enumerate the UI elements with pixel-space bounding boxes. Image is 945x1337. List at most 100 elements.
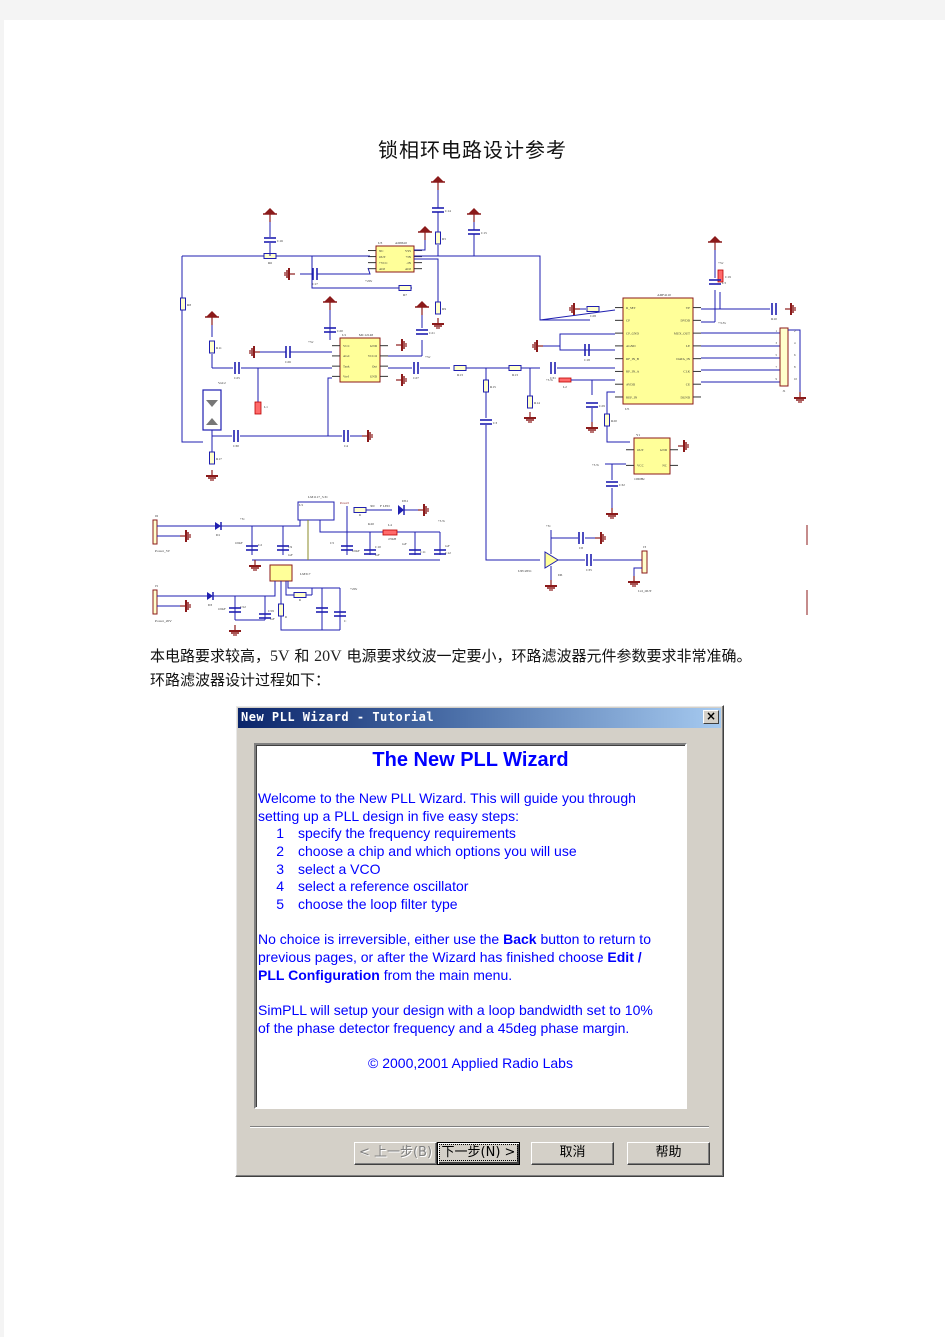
- schematic-label: C14: [445, 209, 451, 213]
- schematic-label: Power_5V: [155, 549, 170, 553]
- button-separator: [250, 1126, 709, 1128]
- step-text: choose the loop filter type: [298, 896, 458, 912]
- ground-icon: [419, 226, 431, 232]
- schematic-label: C5: [330, 541, 334, 545]
- schematic-label: C10: [375, 545, 381, 549]
- inductor-icon: [558, 377, 572, 383]
- schematic-label: 1uF: [402, 542, 407, 546]
- para-text: 本电路要求较高，: [150, 647, 271, 665]
- step-text: select a VCO: [298, 861, 381, 877]
- note-line-3: PLL Configuration from the main menu.: [258, 967, 512, 983]
- schematic-label: R13: [457, 373, 463, 377]
- schematic-label: R13: [512, 373, 518, 377]
- varactor-diode-icon: [206, 418, 218, 425]
- schematic-label: R7: [403, 293, 407, 297]
- schematic-label: C2: [258, 543, 262, 547]
- resistor-icon: [209, 451, 215, 465]
- schematic-label: 100uF: [352, 549, 360, 553]
- pll-wizard-dialog: New PLL Wizard - Tutorial × The New PLL …: [235, 705, 724, 1177]
- schematic-label: 9: [776, 377, 778, 381]
- schematic-label: CP: [626, 319, 630, 323]
- schematic-label: +VCC: [379, 261, 388, 265]
- schematic-label: R_SET: [626, 306, 636, 310]
- step-text: select a reference oscillator: [298, 878, 469, 894]
- schematic-label: LM317: [300, 572, 311, 576]
- schematic-label: R: [359, 513, 361, 517]
- schematic-label: +5v: [240, 517, 245, 521]
- voltage-5v: 5V: [270, 648, 290, 665]
- schematic-label: VCCO: [368, 354, 378, 358]
- power-connector-icon: [152, 589, 158, 615]
- note-text: from the main menu.: [379, 967, 513, 983]
- close-button[interactable]: ×: [703, 710, 719, 724]
- schematic-label: C59: [268, 609, 274, 613]
- paragraph-requirements: 本电路要求较高，5V 和 20V 电源要求纹波一定要小，环路滤波器元件参数要求非…: [150, 644, 751, 669]
- schematic-label: 1: [776, 329, 778, 333]
- schematic-label: GND: [370, 375, 378, 379]
- schematic-label: R: [299, 598, 301, 602]
- schematic-label: L1: [264, 405, 268, 409]
- schematic-label: R10: [771, 317, 777, 321]
- schematic-label: +5v: [546, 524, 551, 528]
- schematic-label: REF_IN: [626, 395, 638, 399]
- led-icon: [398, 505, 404, 515]
- wire: [287, 581, 340, 589]
- schematic-label: R9: [442, 307, 446, 311]
- dialog-titlebar[interactable]: New PLL Wizard - Tutorial ×: [238, 708, 721, 728]
- wire: [788, 329, 801, 392]
- voltage-20v: 20V: [314, 648, 342, 665]
- schematic-label: VCC: [637, 464, 645, 468]
- schematic-label: C15: [481, 231, 487, 235]
- schematic-label: DGND: [680, 395, 690, 399]
- next-button-label: 下一步(N) >: [438, 1144, 519, 1161]
- step-number: 2: [276, 843, 284, 859]
- step-text: choose a chip and which options you will…: [298, 843, 577, 859]
- wire: [414, 258, 439, 308]
- diode-icon: [215, 522, 221, 530]
- schematic-label: Power_20V: [155, 619, 172, 623]
- schematic-label: 5: [776, 353, 778, 357]
- cancel-button[interactable]: 取消: [531, 1142, 614, 1165]
- schematic-label: J1: [782, 389, 785, 393]
- schematic-label: F LED: [380, 504, 390, 508]
- wire: [213, 581, 276, 597]
- schematic-label: L2: [563, 385, 567, 389]
- amplifier-icon: [544, 551, 559, 569]
- ground-icon: [468, 208, 480, 214]
- schematic-label: +5v: [718, 261, 724, 265]
- schematic-label: DS1: [402, 499, 408, 503]
- help-button[interactable]: 帮助: [627, 1142, 710, 1165]
- schematic-label: U1: [342, 333, 347, 337]
- step-number: 5: [276, 896, 284, 912]
- schematic-label: C16: [277, 239, 283, 243]
- wire: [606, 391, 615, 415]
- schematic-label: AVDD: [626, 383, 636, 387]
- lo-out-connector-icon: [641, 550, 648, 574]
- schematic-label: VSS: [405, 249, 411, 253]
- wire: [414, 240, 426, 251]
- step-item: 4 select a reference oscillator: [256, 878, 468, 894]
- schematic-label: 1uF: [375, 553, 380, 557]
- back-button[interactable]: < 上一步(B): [354, 1142, 437, 1165]
- resistor-icon: [353, 507, 367, 513]
- step-number: 3: [276, 861, 284, 877]
- schematic-label: UPC2651: [518, 569, 532, 573]
- schematic-label: +3.3v: [592, 463, 599, 467]
- regulator-lm1117-icon: [297, 501, 335, 521]
- dialog-title: New PLL Wizard - Tutorial: [241, 710, 435, 724]
- next-button[interactable]: 下一步(N) >: [437, 1142, 520, 1165]
- paragraph-filter-design: 环路滤波器设计过程如下：: [150, 671, 331, 689]
- schematic-label: C12: [445, 551, 451, 555]
- schematic-label: C28: [590, 314, 596, 318]
- inductor-icon: [382, 529, 398, 536]
- schematic-label: 100uF: [218, 607, 226, 611]
- schematic-label: C3: [493, 421, 497, 425]
- resistor-icon: [604, 413, 610, 427]
- schematic-label: 3: [776, 341, 778, 345]
- wire: [317, 267, 371, 275]
- schematic-label: J6: [155, 514, 158, 518]
- schematic-label: VaC2: [218, 381, 226, 385]
- step-item: 5 choose the loop filter type: [256, 896, 458, 912]
- schematic-label: NC: [662, 464, 667, 468]
- resistor-icon: [453, 365, 467, 371]
